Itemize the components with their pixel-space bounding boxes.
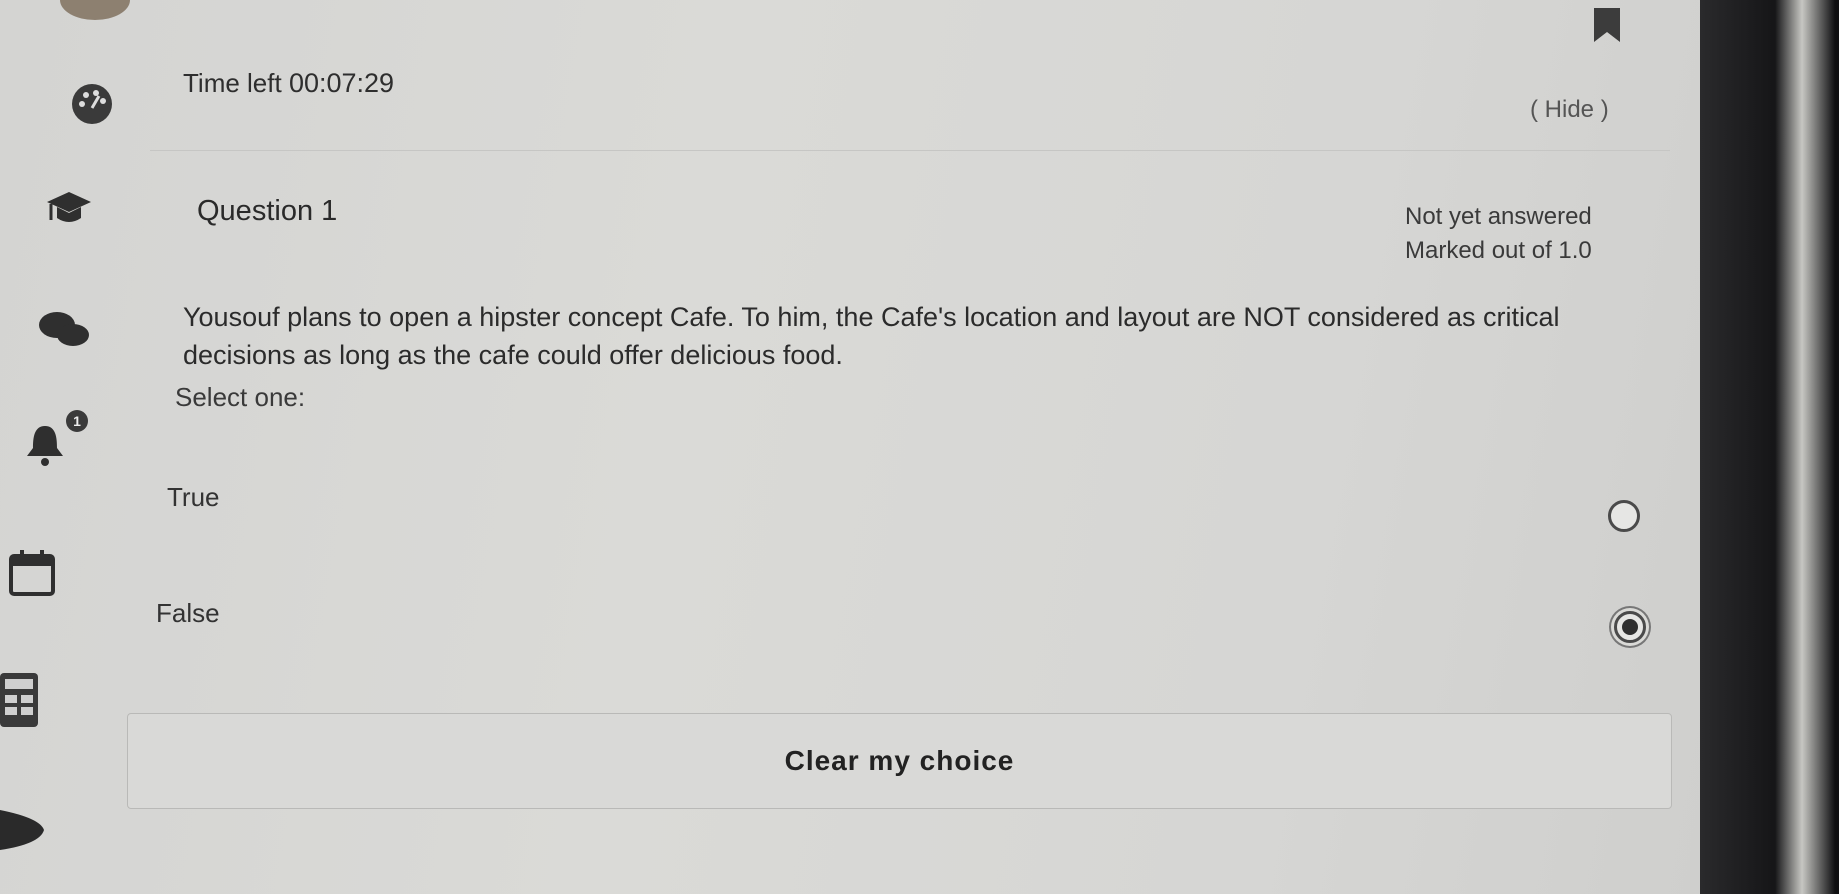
bookmark-icon[interactable]: [1590, 8, 1624, 42]
question-prompt: Select one:: [175, 382, 306, 412]
left-sidebar: 1: [0, 0, 120, 894]
hide-timer-button[interactable]: ( Hide ): [1530, 96, 1609, 124]
bell-icon[interactable]: [24, 422, 66, 468]
chevron-icon[interactable]: [0, 800, 50, 850]
question-marks: Marked out of 1.0: [1405, 237, 1592, 264]
notification-badge: 1: [66, 410, 88, 432]
dashboard-icon[interactable]: [70, 82, 114, 126]
timer: Time left 00:07:29: [183, 68, 394, 99]
bezel-reflection: [1775, 0, 1835, 894]
question-text: Yousouf plans to open a hipster concept …: [183, 302, 1560, 370]
calculator-icon[interactable]: [0, 673, 40, 729]
timer-value: 00:07:29: [288, 68, 395, 98]
calendar-icon[interactable]: [8, 548, 56, 596]
option-true-radio[interactable]: [1608, 500, 1640, 532]
question-number: Question 1: [197, 195, 338, 227]
graduation-cap-icon[interactable]: [45, 190, 93, 230]
divider: [150, 150, 1670, 151]
clear-choice-button[interactable]: Clear my choice: [127, 713, 1672, 809]
option-false-label[interactable]: False: [156, 598, 220, 629]
messages-icon[interactable]: [37, 310, 91, 350]
question-status: Not yet answered: [1405, 203, 1592, 230]
timer-label: Time left: [183, 68, 282, 98]
option-false-radio[interactable]: [1614, 611, 1646, 643]
option-true-label[interactable]: True: [167, 482, 220, 513]
